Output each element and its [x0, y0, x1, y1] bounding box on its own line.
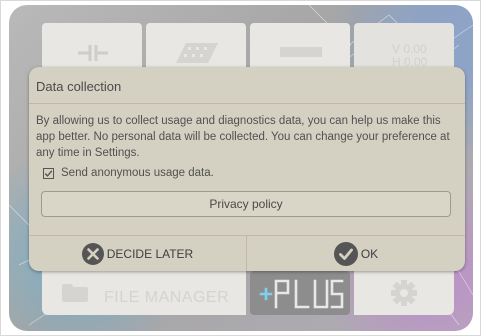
ok-label: OK	[360, 246, 379, 261]
title-divider	[29, 103, 465, 104]
decide-later-label: DECIDE LATER	[106, 246, 194, 261]
bar-icon	[280, 47, 322, 57]
parallelogram-icon	[176, 43, 218, 63]
device-frame: V 0.00 H 0.00 FILE MANAGER Data collecti…	[0, 0, 481, 336]
settings-tile[interactable]	[354, 271, 454, 315]
folder-icon	[62, 284, 88, 302]
close-circle-icon	[81, 242, 104, 265]
checkbox-label: Send anonymous usage data.	[61, 167, 214, 179]
usage-data-checkbox[interactable]: Send anonymous usage data.	[43, 167, 214, 179]
check-circle-icon	[333, 241, 358, 266]
dialog-title: Data collection	[36, 79, 122, 94]
plus-logo-tile	[250, 271, 350, 315]
ok-button[interactable]: OK	[247, 236, 465, 271]
file-manager-label: FILE MANAGER	[104, 289, 230, 306]
capacitor-icon	[78, 45, 108, 61]
data-collection-dialog: Data collection By allowing us to collec…	[29, 67, 465, 271]
dialog-message: By allowing us to collect usage and diag…	[36, 115, 450, 159]
coordinates-readout: V 0.00 H 0.00	[392, 43, 427, 69]
privacy-policy-button[interactable]: Privacy policy	[41, 191, 451, 217]
plus-logo	[259, 279, 344, 309]
decide-later-button[interactable]: DECIDE LATER	[29, 236, 246, 271]
checkbox-checked-icon[interactable]	[43, 167, 54, 179]
gear-icon	[391, 280, 417, 306]
